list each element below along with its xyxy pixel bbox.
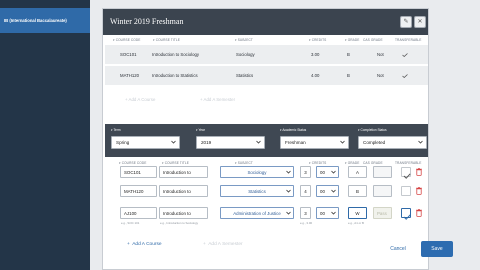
course-credits: 4.00 — [311, 73, 320, 78]
credits-input[interactable]: 4 — [300, 185, 311, 197]
subject-select[interactable]: Statistics — [220, 185, 294, 197]
grade-hint: e.g., A1 or B — [348, 221, 364, 225]
grade-input[interactable]: W — [348, 207, 367, 219]
cas-grade-input[interactable] — [373, 185, 392, 197]
add-semester-link-disabled: + Add A Semester — [200, 97, 236, 102]
credits-fraction-select[interactable]: 00 — [316, 185, 339, 197]
transferable-checkbox[interactable] — [401, 186, 411, 196]
course-title-input[interactable]: Introduction to — [159, 185, 208, 197]
col-credits: ▾ Credits — [309, 161, 327, 165]
col-credits: ▾ Credits — [309, 38, 327, 42]
close-term-button[interactable]: ✕ — [414, 16, 426, 28]
chevron-down-icon — [256, 140, 261, 145]
transferable-check-icon — [402, 74, 408, 78]
close-icon: ✕ — [417, 19, 423, 25]
main-panel: Winter 2019 Freshman ✎ ✕ ▾ Course Code ▾… — [90, 0, 480, 270]
course-cas-grade: Not — [377, 73, 384, 78]
sidebar-clipped-item — [0, 0, 90, 8]
term-title: Winter 2019 Freshman — [110, 17, 184, 26]
transferable-checkbox[interactable] — [401, 167, 411, 179]
chevron-down-icon — [340, 140, 345, 145]
completion-status-select[interactable]: Completed — [358, 136, 427, 149]
term-card: Winter 2019 Freshman ✎ ✕ ▾ Course Code ▾… — [102, 8, 429, 270]
transferable-check-icon — [402, 53, 408, 57]
grade-input[interactable]: B — [348, 185, 367, 197]
sidebar: IB (International Baccalaureate) — [0, 0, 90, 270]
completion-status-label: ▾ Completion Status — [358, 128, 387, 132]
course-title: Introduction to Statistics — [152, 73, 198, 78]
semester-filter-bar: ▾ Term ▾ Year ▾ Academic Status ▾ Comple… — [105, 124, 428, 157]
course-code-hint: e.g., SOC 101 — [121, 221, 140, 225]
col-subject: ▾ Subject — [235, 161, 253, 165]
save-button[interactable]: Save — [421, 241, 453, 257]
chevron-down-icon — [286, 189, 291, 194]
col-course-code: ▾ Course Code — [119, 161, 147, 165]
course-title-hint: e.g., Introduction to Sociology — [160, 221, 199, 225]
table-row: MATH120 Introduction to Statistics Stati… — [105, 66, 428, 85]
add-semester-link-disabled: + Add A Semester — [203, 242, 243, 247]
cas-grade-input[interactable] — [373, 166, 392, 178]
chevron-down-icon — [171, 140, 176, 145]
academic-status-select[interactable]: Freshman — [280, 136, 349, 149]
credits-fraction-select[interactable]: 00 — [316, 166, 339, 178]
chevron-down-icon — [331, 189, 336, 194]
course-title-input[interactable]: Introduction to — [159, 207, 208, 219]
course-grade: B — [347, 73, 350, 78]
cas-grade-input[interactable]: Pass — [373, 207, 392, 219]
term-card-header: Winter 2019 Freshman ✎ ✕ — [103, 9, 428, 35]
col-cas-grade: Cas Grade — [363, 38, 383, 42]
chevron-down-icon — [286, 211, 291, 216]
year-select[interactable]: 2019 — [196, 136, 265, 149]
credits-hint: e.g., 3.00 — [300, 221, 313, 225]
term-label: ▾ Term — [111, 128, 121, 132]
edit-term-button[interactable]: ✎ — [400, 16, 412, 28]
chevron-down-icon — [331, 211, 336, 216]
col-course-title: ▾ Course Title — [153, 38, 181, 42]
cancel-button[interactable]: Cancel — [380, 241, 416, 257]
credits-input[interactable]: 3 — [300, 207, 311, 219]
col-subject: ▾ Subject — [235, 38, 253, 42]
course-code-input[interactable]: SOC101 — [120, 166, 157, 178]
course-title: Introduction to Sociology — [152, 52, 200, 57]
course-code-input[interactable]: MATH120 — [120, 185, 157, 197]
sidebar-item-ib[interactable]: IB (International Baccalaureate) — [0, 8, 90, 33]
grade-input[interactable]: A — [348, 166, 367, 178]
chevron-down-icon — [286, 170, 291, 175]
credits-input[interactable]: 3 — [300, 166, 311, 178]
col-transferable: Transferable — [395, 38, 422, 42]
col-cas-grade: Cas Grade — [363, 161, 383, 165]
credits-fraction-select[interactable]: 00 — [316, 207, 339, 219]
edit-icon: ✎ — [403, 19, 409, 25]
course-code: SOC101 — [120, 52, 137, 57]
course-grade: B — [347, 52, 350, 57]
subject-select[interactable]: Administration of Justice — [220, 207, 294, 219]
chevron-down-icon — [331, 170, 336, 175]
trash-icon[interactable] — [416, 187, 422, 195]
col-transferable: Transferable — [395, 161, 422, 165]
course-code: MATH120 — [120, 73, 140, 78]
academic-status-label: ▾ Academic Status — [280, 128, 307, 132]
col-grade: ▾ Grade — [345, 161, 360, 165]
course-title-input[interactable]: Introduction to — [159, 166, 208, 178]
trash-icon[interactable] — [416, 168, 422, 176]
col-course-code: ▾ Course Code — [113, 38, 141, 42]
transferable-checkbox[interactable] — [401, 208, 411, 220]
table-row: SOC101 Introduction to Sociology Sociolo… — [105, 45, 428, 64]
course-subject: Sociology — [236, 52, 255, 57]
chevron-down-icon — [418, 140, 423, 145]
course-credits: 3.00 — [311, 52, 320, 57]
course-code-input[interactable]: AJ100 — [120, 207, 157, 219]
col-grade: ▾ Grade — [345, 38, 360, 42]
subject-select[interactable]: Sociology — [220, 166, 294, 178]
add-course-link-disabled: + Add A Course — [125, 97, 156, 102]
trash-icon[interactable] — [416, 209, 422, 217]
term-select[interactable]: Spring — [111, 136, 180, 149]
col-course-title: ▾ Course Title — [162, 161, 190, 165]
course-cas-grade: Not — [377, 52, 384, 57]
year-label: ▾ Year — [196, 128, 205, 132]
add-course-link[interactable]: + Add A Course — [127, 242, 162, 247]
course-subject: Statistics — [236, 73, 254, 78]
